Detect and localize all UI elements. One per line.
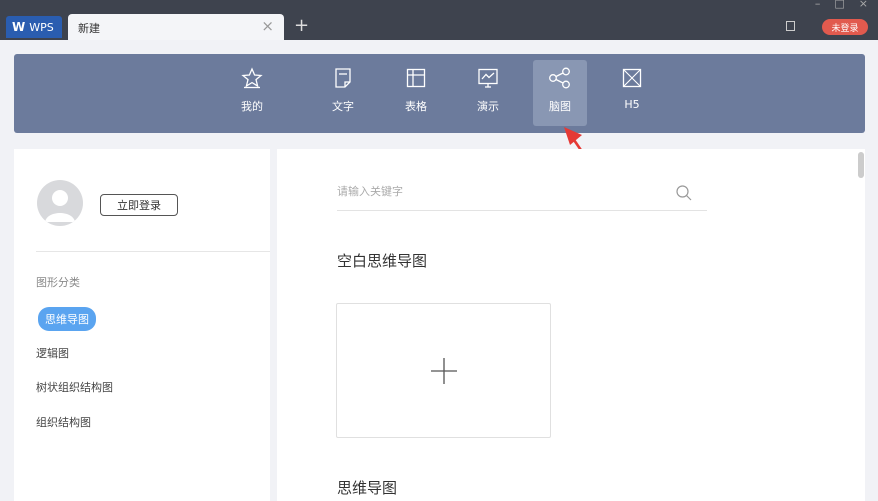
category-mindmap[interactable]: 思维导图 [38,307,96,331]
user-icon [45,190,75,222]
nav-label: 表格 [405,100,427,113]
title-bar: W WPS 新建 × + – □ × 未登录 [0,0,878,40]
nav-item-writer[interactable]: 文字 [316,60,370,126]
h5-icon [622,68,642,88]
nav-label: 文字 [332,100,354,113]
login-button[interactable]: 立即登录 [100,194,178,216]
login-status-badge[interactable]: 未登录 [822,19,868,35]
category-org-chart[interactable]: 组织结构图 [36,414,91,430]
category-tree-org-chart[interactable]: 树状组织结构图 [36,379,113,395]
close-icon[interactable]: × [859,0,868,10]
main-panel: 空白思维导图 思维导图 [277,149,865,501]
window-controls: – □ × [815,0,868,10]
search-bar [337,179,707,211]
plus-icon [430,357,457,384]
left-panel: 立即登录 图形分类 思维导图 逻辑图 树状组织结构图 组织结构图 [14,149,270,501]
divider [36,251,270,252]
mindmap-icon [549,67,570,89]
nav-label: 演示 [477,100,499,113]
nav-label: 我的 [241,100,263,113]
maximize-icon[interactable]: □ [834,0,844,10]
section-title-blank: 空白思维导图 [337,252,428,270]
category-title: 图形分类 [36,276,80,289]
minimize-icon[interactable]: – [815,0,821,10]
document-type-bar: 我的 文字 表格 演示 脑图 H5 [14,54,865,133]
section-title-templates: 思维导图 [337,479,398,497]
nav-item-spreadsheet[interactable]: 表格 [389,60,443,126]
category-logic-chart[interactable]: 逻辑图 [36,345,69,361]
table-icon [406,68,426,88]
nav-item-mine[interactable]: 我的 [225,60,279,126]
wps-app-label: WPS [29,20,54,34]
new-blank-mindmap-card[interactable] [336,303,551,438]
document-icon [335,68,351,88]
window-mode-icon[interactable] [786,21,795,31]
scrollbar[interactable] [858,152,864,178]
avatar[interactable] [37,180,83,226]
search-input[interactable] [337,185,657,198]
tab-close-icon[interactable]: × [261,17,274,35]
tab-label: 新建 [78,22,100,35]
tab-new[interactable]: 新建 × [68,14,284,40]
presentation-icon [478,68,498,88]
new-tab-button[interactable]: + [294,15,309,36]
nav-label: 脑图 [549,100,571,113]
search-icon[interactable] [675,184,693,202]
star-icon [241,67,263,89]
nav-label: H5 [624,98,640,111]
nav-item-h5[interactable]: H5 [605,60,659,126]
nav-item-mindmap[interactable]: 脑图 [533,60,587,126]
wps-app-button[interactable]: W WPS [6,16,62,38]
nav-item-presentation[interactable]: 演示 [461,60,515,126]
wps-logo-icon: W [12,20,26,34]
